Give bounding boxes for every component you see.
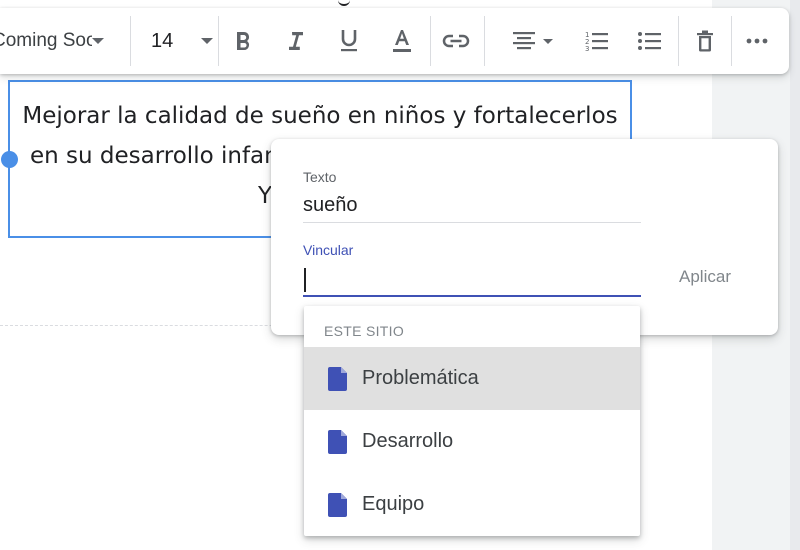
delete-button[interactable] [688,8,722,74]
underline-icon [341,30,357,52]
numbered-list-button[interactable]: 123 [580,8,614,74]
italic-button[interactable] [278,8,312,74]
chevron-down-icon [201,38,214,44]
bold-icon [237,32,249,50]
more-horizontal-icon [746,38,768,44]
toolbar-divider [430,16,431,66]
text-format-toolbar: Coming Soon 14 123 [0,8,789,74]
align-center-icon [513,32,535,50]
align-select[interactable] [504,8,560,74]
link-input[interactable] [303,263,641,297]
chevron-down-icon [92,38,104,44]
underline-button[interactable] [332,8,366,74]
suggestion-item-problematica[interactable]: Problemática [304,347,640,410]
suggestion-label: Desarrollo [362,430,454,452]
resize-handle[interactable] [1,151,18,168]
page-icon [328,492,347,517]
scrollbar-track[interactable] [790,0,800,550]
italic-icon [289,32,303,50]
font-size-value: 14 [151,29,174,52]
text-field-label: Texto [303,169,337,185]
page-icon [328,366,347,391]
suggestion-label: Equipo [362,493,425,515]
text-color-icon [393,30,411,52]
bulleted-list-icon [638,32,661,50]
insert-link-button[interactable] [438,8,474,74]
toolbar-divider [130,16,131,66]
page-icon [328,429,347,454]
svg-text:3: 3 [585,45,589,53]
toolbar-divider [218,16,219,66]
chevron-down-icon [543,38,553,44]
more-options-button[interactable] [740,8,774,74]
toolbar-divider [731,16,732,66]
font-size-select[interactable]: 14 [136,8,214,74]
link-field-label: Vincular [303,242,354,258]
link-suggestions-dropdown: ESTE SITIO Problemática Desarrollo Equip… [304,306,640,536]
text-cursor [304,268,306,292]
suggestion-item-equipo[interactable]: Equipo [304,473,640,536]
font-family-value: Coming Soon [0,30,92,51]
trash-icon [697,30,713,52]
text-line-1: Mejorar la calidad de sueño en niños y f… [22,103,618,129]
link-icon [442,34,470,48]
bulleted-list-button[interactable] [633,8,667,74]
text-color-button[interactable] [385,8,419,74]
suggestions-section-title: ESTE SITIO [324,323,405,339]
text-fragment [338,0,350,6]
suggestion-label: Problemática [362,367,479,389]
font-family-select[interactable]: Coming Soon [0,8,124,74]
suggestion-item-desarrollo[interactable]: Desarrollo [304,410,640,473]
apply-button[interactable]: Aplicar [663,261,747,293]
numbered-list-icon: 123 [585,31,608,53]
toolbar-divider [678,16,679,66]
text-field-underline [303,222,641,223]
bold-button[interactable] [226,8,260,74]
toolbar-divider [484,16,485,66]
text-field[interactable]: sueño [303,194,358,217]
